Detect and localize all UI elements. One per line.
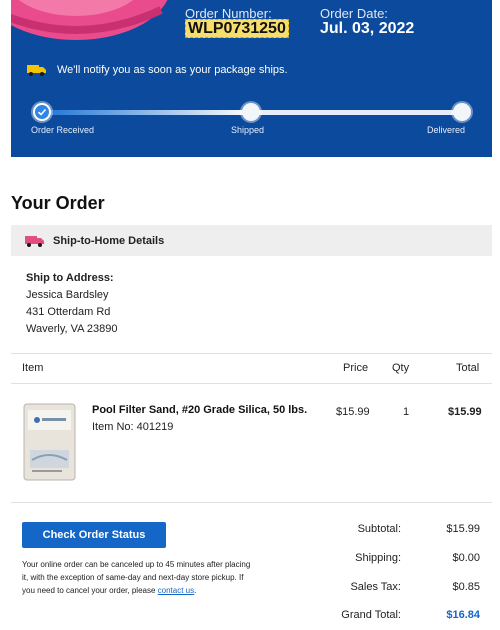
ship-to-home-label: Ship-to-Home Details bbox=[53, 234, 165, 247]
sales-tax-value: $0.85 bbox=[452, 581, 480, 593]
delivery-truck-icon bbox=[25, 235, 44, 247]
address-line2: Waverly, VA 23890 bbox=[26, 323, 118, 335]
delivery-truck-icon bbox=[27, 65, 46, 76]
product-total: $15.99 bbox=[448, 406, 482, 418]
col-header-qty: Qty bbox=[392, 362, 410, 374]
ship-notify-row: We'll notify you as soon as your package… bbox=[27, 63, 288, 77]
col-header-total: Total bbox=[456, 362, 480, 374]
sales-tax-label: Sales Tax: bbox=[350, 581, 401, 593]
col-header-item: Item bbox=[22, 362, 44, 374]
cancel-policy-text: Your online order can be canceled up to … bbox=[22, 560, 251, 595]
check-icon bbox=[37, 108, 47, 116]
product-name[interactable]: Pool Filter Sand, #20 Grade Silica, 50 l… bbox=[92, 404, 307, 416]
check-order-status-button[interactable]: Check Order Status bbox=[22, 522, 166, 548]
order-progress-tracker bbox=[33, 103, 471, 127]
product-qty: 1 bbox=[403, 406, 410, 418]
shipping-value: $0.00 bbox=[452, 552, 480, 564]
address-line1: 431 Otterdam Rd bbox=[26, 306, 111, 318]
your-order-title: Your Order bbox=[11, 193, 105, 213]
shipping-label: Shipping: bbox=[355, 552, 401, 564]
step-shipped-label: Shipped bbox=[231, 125, 265, 135]
product-price: $15.99 bbox=[336, 406, 370, 418]
subtotal-label: Subtotal: bbox=[357, 523, 401, 535]
order-date: Jul. 03, 2022 bbox=[320, 20, 415, 37]
step-delivered-dot bbox=[453, 103, 471, 121]
progress-fill bbox=[41, 110, 252, 115]
col-header-price: Price bbox=[343, 362, 369, 374]
order-number: WLP0731250 bbox=[185, 19, 289, 38]
step-order-received-dot bbox=[33, 103, 51, 121]
divider bbox=[11, 353, 492, 354]
ship-address-block: Ship to Address: Jessica Bardsley 431 Ot… bbox=[26, 270, 118, 338]
ship-notify-text: We'll notify you as soon as your package… bbox=[57, 64, 288, 76]
subtotal-value: $15.99 bbox=[446, 523, 480, 535]
step-shipped-dot bbox=[242, 103, 260, 121]
address-name: Jessica Bardsley bbox=[26, 289, 109, 301]
product-image[interactable] bbox=[22, 402, 77, 482]
product-item-number: Item No: 401219 bbox=[92, 421, 174, 433]
order-header: Order Number: WLP0731250 Order Date: Jul… bbox=[11, 0, 492, 157]
contact-us-link[interactable]: contact us bbox=[158, 586, 194, 595]
ship-to-home-bar: Ship-to-Home Details bbox=[11, 225, 492, 256]
grand-total-label: Grand Total: bbox=[341, 609, 401, 621]
divider bbox=[11, 383, 492, 384]
order-number-value: WLP0731250 bbox=[185, 19, 289, 38]
step-delivered-label: Delivered bbox=[427, 125, 466, 135]
pool-float-image bbox=[11, 0, 168, 40]
order-date-label: Order Date: bbox=[320, 6, 388, 21]
cancel-policy-note: Your online order can be canceled up to … bbox=[22, 560, 251, 595]
step-order-received-label: Order Received bbox=[31, 125, 95, 135]
ship-to-address-label: Ship to Address: bbox=[26, 272, 114, 284]
grand-total-value: $16.84 bbox=[446, 609, 480, 621]
divider bbox=[11, 502, 492, 503]
